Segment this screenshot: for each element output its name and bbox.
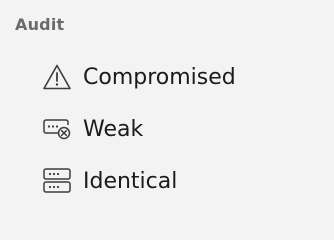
nav-item-compromised[interactable]: Compromised <box>0 55 334 99</box>
section-header-audit: Audit <box>15 15 65 34</box>
nav-item-identical[interactable]: Identical <box>0 159 334 203</box>
nav-item-label: Compromised <box>83 64 236 90</box>
nav-item-label: Identical <box>83 168 178 194</box>
audit-panel: Audit Compromised Weak Identical <box>0 0 334 217</box>
warning-triangle-icon <box>42 62 72 92</box>
nav-item-label: Weak <box>83 116 144 142</box>
weak-password-icon <box>42 114 72 144</box>
identical-passwords-icon <box>42 166 72 196</box>
nav-item-weak[interactable]: Weak <box>0 107 334 151</box>
